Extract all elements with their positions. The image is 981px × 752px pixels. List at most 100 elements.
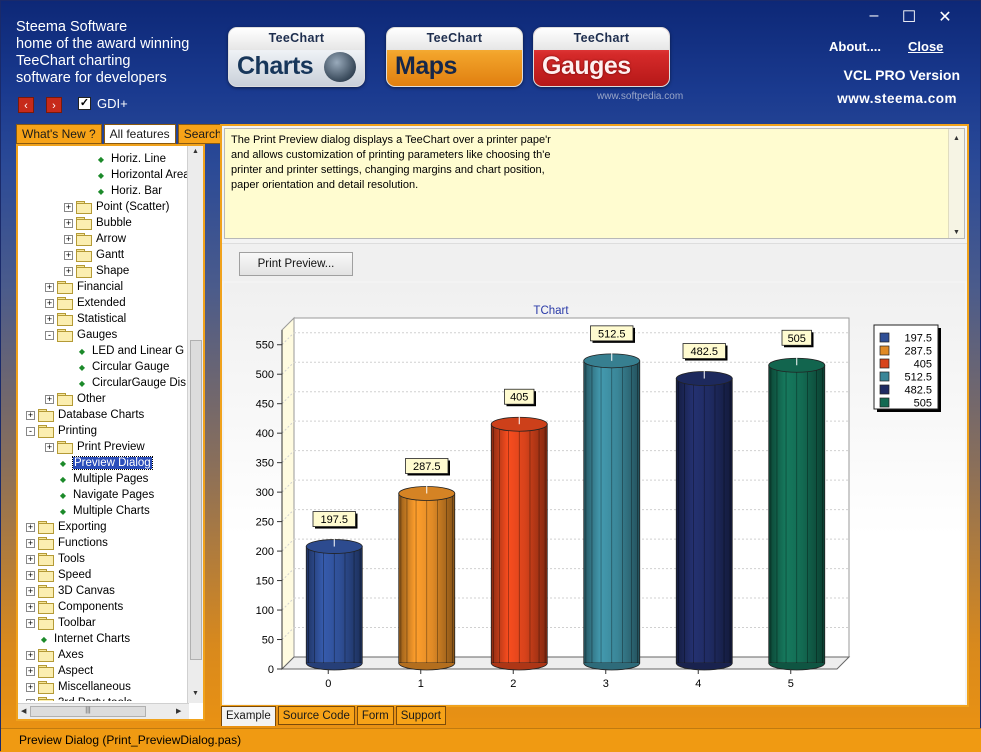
tree-item[interactable]: ◆ Circular Gauge [64, 359, 169, 375]
tree-items: ◆ Horiz. Line ◆ Horizontal Area ◆ Horiz. Bar +… [18, 146, 188, 701]
tree-item[interactable]: + Miscellaneous [26, 679, 131, 695]
expand-icon[interactable]: + [26, 554, 35, 564]
tree-item[interactable]: ◆ Horizontal Area [83, 167, 188, 183]
tree-item[interactable]: + Other [45, 391, 106, 407]
tree-item[interactable]: + Print Preview [45, 439, 145, 455]
desc-scroll-down-icon[interactable]: ▼ [953, 225, 960, 240]
y-tick-label: 250 [256, 517, 274, 529]
tree-item[interactable]: + Statistical [45, 311, 126, 327]
collapse-icon[interactable]: - [26, 426, 35, 436]
tree-item[interactable]: + Financial [45, 279, 123, 295]
tree-item[interactable]: ◆ CircularGauge Dis [64, 375, 186, 391]
expand-icon[interactable]: + [64, 266, 73, 276]
folder-icon [38, 697, 54, 701]
maximize-icon[interactable]: ☐ [898, 7, 920, 27]
expand-icon[interactable]: + [45, 282, 54, 292]
tree-item[interactable]: ◆ LED and Linear G [64, 343, 184, 359]
tree-scroll-thumb[interactable] [190, 340, 202, 660]
expand-icon[interactable]: + [26, 682, 35, 692]
tree-item[interactable]: ◆ Multiple Charts [45, 503, 150, 519]
folder-icon [57, 297, 73, 310]
tree-item[interactable]: ◆ Navigate Pages [45, 487, 154, 503]
close-button[interactable]: Close [908, 39, 943, 54]
tree-hscroll-thumb[interactable]: ||| [30, 706, 146, 717]
collapse-icon[interactable]: - [45, 330, 54, 340]
legend-swatch [879, 345, 890, 356]
tree-item[interactable]: + Gantt [64, 247, 124, 263]
tree-item[interactable]: ◆ Internet Charts [26, 631, 130, 647]
description-scrollbar[interactable]: ▲ ▼ [948, 129, 964, 238]
gdi-toggle[interactable]: ✓ GDI+ [78, 96, 128, 111]
tree-item[interactable]: +3rd Party tools [26, 695, 132, 701]
tree-item[interactable]: + Arrow [64, 231, 126, 247]
tree-item[interactable]: + Point (Scatter) [64, 199, 170, 215]
print-preview-button[interactable]: Print Preview... [239, 252, 353, 276]
expand-icon[interactable]: + [45, 298, 54, 308]
tab-example[interactable]: Example [221, 706, 276, 726]
tree-item-label: 3D Canvas [58, 585, 115, 597]
expand-icon[interactable]: + [26, 602, 35, 612]
tab-source-code[interactable]: Source Code [277, 706, 355, 725]
nav-next-button[interactable]: › [46, 97, 62, 113]
expand-icon[interactable]: + [64, 202, 73, 212]
minimize-icon[interactable]: – [863, 7, 885, 25]
charts-logo-button[interactable]: TeeChart Charts [228, 27, 365, 87]
tree-item[interactable]: ◆ Multiple Pages [45, 471, 149, 487]
tree-item[interactable]: + Database Charts [26, 407, 144, 423]
expand-icon[interactable]: + [26, 618, 35, 628]
maps-logo-button[interactable]: TeeChart Maps [386, 27, 523, 87]
about-button[interactable]: About.... [829, 39, 881, 54]
tab-support[interactable]: Support [395, 706, 446, 725]
tree-item[interactable]: ◆ Horiz. Bar [83, 183, 162, 199]
tab-whats-new[interactable]: What's New ? [16, 124, 102, 144]
tree-item[interactable]: ◆ Horiz. Line [83, 151, 166, 167]
nav-prev-button[interactable]: ‹ [18, 97, 34, 113]
scroll-left-icon[interactable]: ◀ [21, 707, 26, 715]
gdi-checkbox[interactable]: ✓ [78, 97, 91, 110]
expand-icon[interactable]: + [26, 410, 35, 420]
tree-vertical-scrollbar[interactable]: ▲ ▼ [187, 146, 203, 703]
scroll-down-icon[interactable]: ▼ [192, 690, 199, 697]
tree-item[interactable]: + Speed [26, 567, 91, 583]
tree-item[interactable]: ◆ Preview Dialog [45, 455, 153, 471]
expand-icon[interactable]: + [26, 650, 35, 660]
expand-icon[interactable]: + [26, 586, 35, 596]
expand-icon[interactable]: + [45, 394, 54, 404]
tree-item[interactable]: + Extended [45, 295, 126, 311]
tree-item[interactable]: - Gauges [45, 327, 117, 343]
tree-item[interactable]: + Bubble [64, 215, 132, 231]
tree-item[interactable]: + Components [26, 599, 123, 615]
expand-icon[interactable]: + [26, 666, 35, 676]
example-panel: The Print Preview dialog displays a TeeC… [220, 124, 969, 707]
window-close-icon[interactable]: ✕ [934, 7, 956, 27]
tree-item[interactable]: + Aspect [26, 663, 93, 679]
expand-icon[interactable]: + [64, 218, 73, 228]
tree-item[interactable]: +3D Canvas [26, 583, 115, 599]
tree-item[interactable]: + Functions [26, 535, 108, 551]
expand-icon[interactable]: + [64, 250, 73, 260]
tab-form[interactable]: Form [356, 706, 394, 725]
tree-item[interactable]: + Toolbar [26, 615, 96, 631]
tab-all-features[interactable]: All features [103, 124, 176, 144]
legend-entry: 197.5 [904, 333, 932, 345]
expand-icon[interactable]: + [45, 314, 54, 324]
gauges-logo-button[interactable]: TeeChart Gauges [533, 27, 670, 87]
scroll-right-icon[interactable]: ▶ [176, 707, 181, 715]
scroll-up-icon[interactable]: ▲ [192, 148, 199, 155]
expand-icon[interactable]: + [26, 522, 35, 532]
tree-item[interactable]: + Axes [26, 647, 84, 663]
expand-icon[interactable]: + [26, 698, 35, 701]
tree-horizontal-scrollbar[interactable]: ◀ ||| ▶ [18, 703, 189, 719]
expand-icon[interactable]: + [26, 570, 35, 580]
expand-icon[interactable]: + [64, 234, 73, 244]
tree-item[interactable]: - Printing [26, 423, 97, 439]
tree-item[interactable]: + Shape [64, 263, 129, 279]
tree-item-label: Multiple Charts [73, 505, 150, 517]
tree-item[interactable]: + Tools [26, 551, 85, 567]
expand-icon[interactable]: + [26, 538, 35, 548]
desc-scroll-up-icon[interactable]: ▲ [953, 131, 960, 146]
tree-item[interactable]: + Exporting [26, 519, 107, 535]
expand-icon[interactable]: + [45, 442, 54, 452]
data-label: 405 [510, 392, 528, 404]
tree-item-label: Extended [77, 297, 126, 309]
